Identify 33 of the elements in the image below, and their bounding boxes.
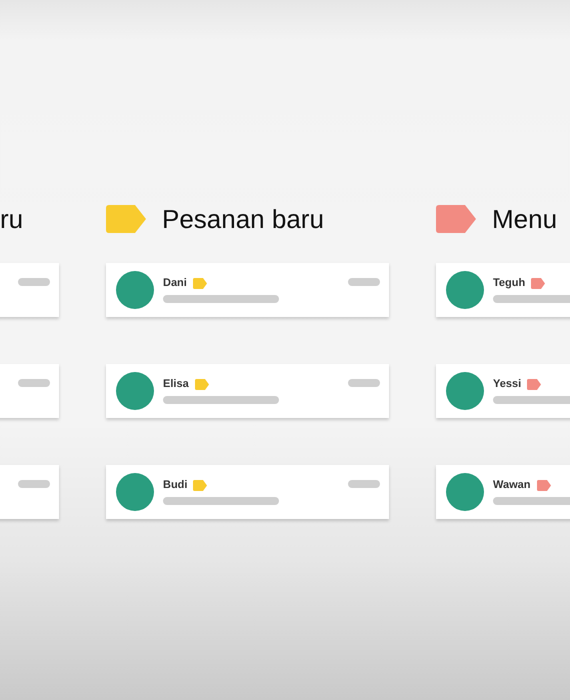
label-tag-icon	[531, 278, 546, 288]
column-title: Menu	[492, 204, 558, 234]
customer-name: Budi	[163, 479, 188, 491]
column-title: Pesanan baru	[162, 204, 324, 234]
order-card[interactable]: Teguh	[436, 263, 570, 317]
time-placeholder	[348, 379, 380, 387]
avatar	[446, 372, 484, 410]
label-tag-icon	[527, 378, 542, 390]
column-title: ru	[0, 204, 24, 234]
time-placeholder	[18, 278, 50, 286]
order-card[interactable]: Dani	[106, 263, 389, 317]
order-card[interactable]: Budi	[106, 465, 389, 519]
order-card[interactable]: Wawan	[436, 465, 570, 519]
label-tag-icon	[194, 378, 209, 390]
time-placeholder	[348, 480, 380, 488]
customer-name: Wawan	[493, 479, 530, 491]
order-card[interactable]: Elisa	[106, 364, 389, 418]
avatar	[116, 473, 154, 511]
avatar	[116, 271, 154, 309]
avatar	[446, 473, 484, 511]
label-tag-icon	[193, 480, 208, 490]
label-tag-icon	[192, 278, 207, 288]
avatar	[446, 271, 484, 309]
customer-name: Yessi	[493, 378, 522, 390]
time-placeholder	[348, 278, 380, 286]
time-placeholder	[18, 480, 50, 488]
customer-name: Dani	[163, 277, 187, 289]
label-tag-icon	[536, 480, 550, 490]
customer-name: Elisa	[163, 378, 189, 390]
avatar	[116, 372, 154, 410]
customer-name: Teguh	[493, 277, 526, 289]
time-placeholder	[18, 379, 50, 387]
order-card[interactable]: Yessi	[436, 364, 570, 418]
